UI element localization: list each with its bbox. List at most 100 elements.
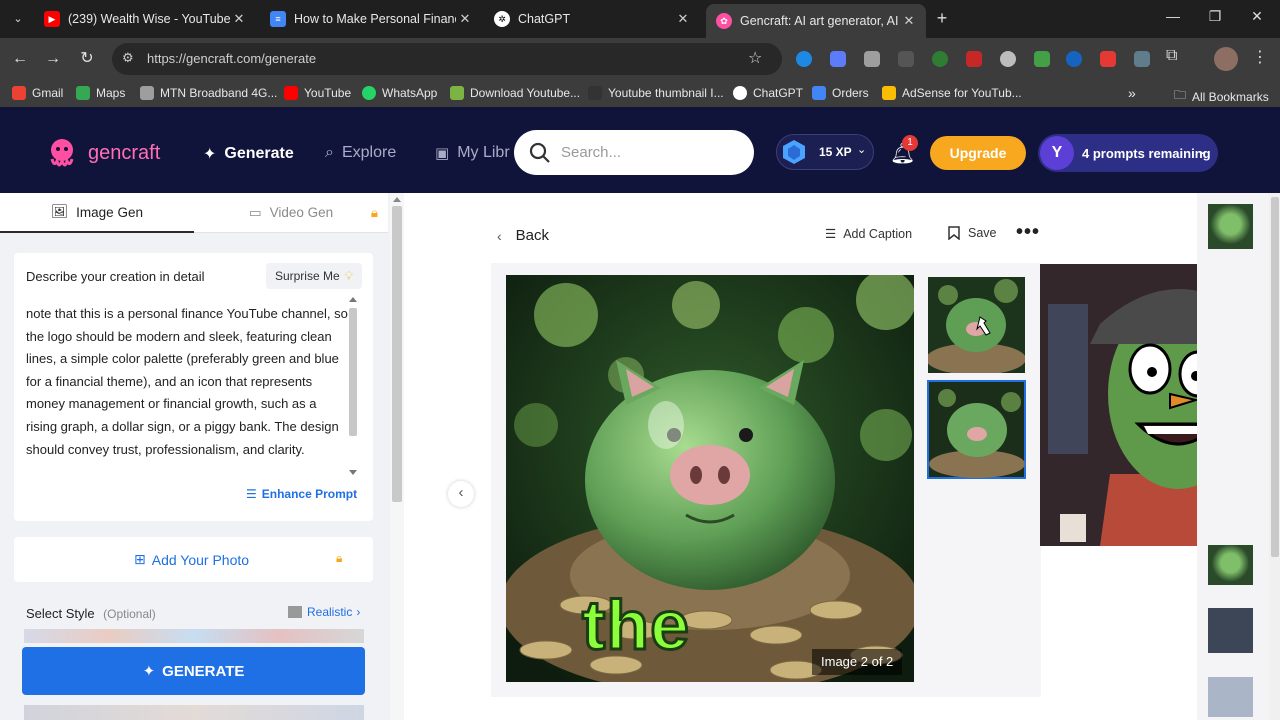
- lock-icon: 🔒︎: [336, 551, 343, 565]
- chevron-right-icon: ›: [356, 605, 361, 619]
- history-thumbnail[interactable]: [1208, 677, 1253, 717]
- extension-icon[interactable]: [932, 51, 948, 67]
- bookmark-star-icon[interactable]: ☆: [748, 48, 762, 68]
- bookmark-chatgpt[interactable]: ChatGPT: [733, 86, 803, 100]
- tab-chatgpt[interactable]: ✲ ChatGPT ✕: [484, 4, 700, 34]
- add-photo-label-group: ⊞ Add Your Photo: [134, 551, 250, 568]
- all-bookmarks[interactable]: 🗀 All Bookmarks: [1174, 86, 1269, 107]
- back-arrow-icon[interactable]: ←: [9, 48, 31, 70]
- close-icon[interactable]: ✕: [900, 13, 918, 29]
- prompt-textarea[interactable]: note that this is a personal finance You…: [26, 303, 350, 485]
- image-counter: Image 2 of 2: [812, 649, 903, 675]
- add-image-icon: ⊞: [134, 551, 146, 567]
- extension-icon[interactable]: [1100, 51, 1116, 67]
- sparkle-icon: ✦: [142, 663, 156, 680]
- bookmark-whatsapp[interactable]: WhatsApp: [362, 86, 437, 100]
- bookmark-orders[interactable]: Orders: [812, 86, 869, 100]
- generate-button[interactable]: ✦ GENERATE: [22, 647, 365, 695]
- xp-badge[interactable]: 15 XP ⌄: [776, 134, 874, 170]
- more-bookmarks-icon[interactable]: »: [1128, 85, 1136, 101]
- user-avatar: Y: [1040, 136, 1074, 170]
- tab-gencraft[interactable]: ✿ Gencraft: AI art generator, AI ph ✕: [706, 4, 926, 38]
- extension-icon[interactable]: [1134, 51, 1150, 67]
- history-thumbnail-strip: [1197, 193, 1280, 720]
- search-placeholder: Search...: [561, 144, 622, 161]
- extension-icon[interactable]: [1034, 51, 1050, 67]
- search-icon: ⌕: [325, 144, 334, 161]
- more-options-icon[interactable]: •••: [1016, 221, 1040, 244]
- minimize-icon[interactable]: —: [1158, 8, 1188, 24]
- thumbnail-image-1[interactable]: [928, 277, 1025, 373]
- history-thumbnail[interactable]: [1208, 204, 1253, 249]
- nav-my-library[interactable]: ▣ My Libr: [435, 144, 510, 162]
- address-bar[interactable]: ⚙ https://gencraft.com/generate ☆: [112, 43, 782, 75]
- extension-icon[interactable]: [898, 51, 914, 67]
- gencraft-icon: ✿: [716, 13, 732, 29]
- upgrade-button[interactable]: Upgrade: [930, 136, 1026, 170]
- bookmark-maps[interactable]: Maps: [76, 86, 125, 100]
- bookmark-mtn[interactable]: MTN Broadband 4G...: [140, 86, 277, 100]
- profile-avatar[interactable]: [1214, 47, 1238, 71]
- bookmark-youtube-thumbnail[interactable]: Youtube thumbnail I...: [588, 86, 724, 100]
- extensions-puzzle-icon[interactable]: ⧉: [1166, 47, 1177, 65]
- history-thumbnail[interactable]: [1208, 608, 1253, 653]
- notifications-button[interactable]: 🔔︎ 1: [890, 135, 918, 167]
- download-icon: [450, 86, 464, 100]
- enhance-prompt-button[interactable]: ☰ Enhance Prompt: [246, 487, 357, 501]
- extension-icon[interactable]: [966, 51, 982, 67]
- extension-icon[interactable]: [796, 51, 812, 67]
- prompt-scrollbar[interactable]: [348, 297, 358, 477]
- prev-image-button[interactable]: ‹: [448, 481, 474, 507]
- search-box[interactable]: Search...: [514, 130, 754, 175]
- realistic-style-icon: [288, 606, 302, 618]
- bookmark-gmail[interactable]: Gmail: [12, 86, 63, 100]
- new-tab-button[interactable]: +: [932, 8, 952, 29]
- left-panel-scrollbar[interactable]: [390, 193, 404, 720]
- close-icon[interactable]: ✕: [456, 11, 474, 27]
- scrollbar-thumb[interactable]: [349, 308, 357, 436]
- bookmark-download-youtube[interactable]: Download Youtube...: [450, 86, 580, 100]
- extension-icon[interactable]: [830, 51, 846, 67]
- image-icon: 🖼︎: [51, 204, 69, 219]
- prompts-remaining-dropdown[interactable]: Y 4 prompts remaining ⌄: [1038, 134, 1218, 172]
- nav-explore[interactable]: ⌕ Explore: [325, 144, 396, 162]
- scrollbar-thumb[interactable]: [392, 206, 402, 502]
- extension-icon[interactable]: [864, 51, 880, 67]
- gencraft-logo[interactable]: gencraft: [44, 135, 160, 171]
- tab-image-gen[interactable]: 🖼︎ Image Gen: [0, 193, 194, 233]
- forward-arrow-icon[interactable]: →: [42, 48, 64, 70]
- caption-overlay-text: the: [581, 585, 691, 666]
- bookmark-youtube[interactable]: YouTube: [284, 86, 351, 100]
- close-icon[interactable]: ✕: [230, 11, 248, 27]
- tab-wealth-wise[interactable]: ▶ (239) Wealth Wise - YouTube ✕: [34, 4, 256, 34]
- chatgpt-icon: [733, 86, 747, 100]
- generated-image-piggy-bank[interactable]: [506, 275, 914, 682]
- tab-personal-finance-doc[interactable]: ≡ How to Make Personal Finance ✕: [260, 4, 482, 34]
- right-scrollbar[interactable]: [1269, 193, 1280, 720]
- extension-icon[interactable]: [1000, 51, 1016, 67]
- style-selector[interactable]: Realistic ›: [288, 605, 360, 619]
- url-text: https://gencraft.com/generate: [147, 51, 317, 66]
- history-thumbnail[interactable]: [1208, 545, 1253, 585]
- surprise-me-button[interactable]: Surprise Me 💡︎: [266, 263, 362, 289]
- save-button[interactable]: Save: [948, 226, 997, 240]
- caption-lines-icon: ☰: [825, 227, 837, 241]
- close-icon[interactable]: ✕: [674, 11, 692, 27]
- bottom-thumbnails-strip: [24, 705, 364, 720]
- tab-search-button[interactable]: ⌄: [8, 9, 28, 29]
- site-info-icon[interactable]: ⚙: [122, 50, 134, 66]
- extension-icon[interactable]: [1066, 51, 1082, 67]
- back-button[interactable]: ‹ Back: [497, 227, 549, 244]
- bookmark-adsense[interactable]: AdSense for YouTub...: [882, 86, 1022, 100]
- browser-menu-icon[interactable]: ⋮: [1252, 47, 1268, 67]
- thumbnail-image-2-selected[interactable]: [927, 380, 1026, 479]
- window-close-icon[interactable]: ✕: [1242, 8, 1272, 25]
- restore-icon[interactable]: ❐: [1200, 8, 1230, 25]
- add-caption-button[interactable]: ☰ Add Caption: [825, 226, 912, 242]
- nav-generate[interactable]: ✦ Generate: [203, 144, 294, 164]
- tab-video-gen[interactable]: ▭ Video Gen 🔒︎: [194, 193, 388, 233]
- scrollbar-thumb[interactable]: [1270, 197, 1279, 557]
- bookmarks-bar: Gmail Maps MTN Broadband 4G... YouTube W…: [0, 80, 1280, 107]
- reload-icon[interactable]: ↻: [76, 48, 98, 70]
- add-photo-card[interactable]: ⊞ Add Your Photo 🔒︎: [14, 537, 373, 582]
